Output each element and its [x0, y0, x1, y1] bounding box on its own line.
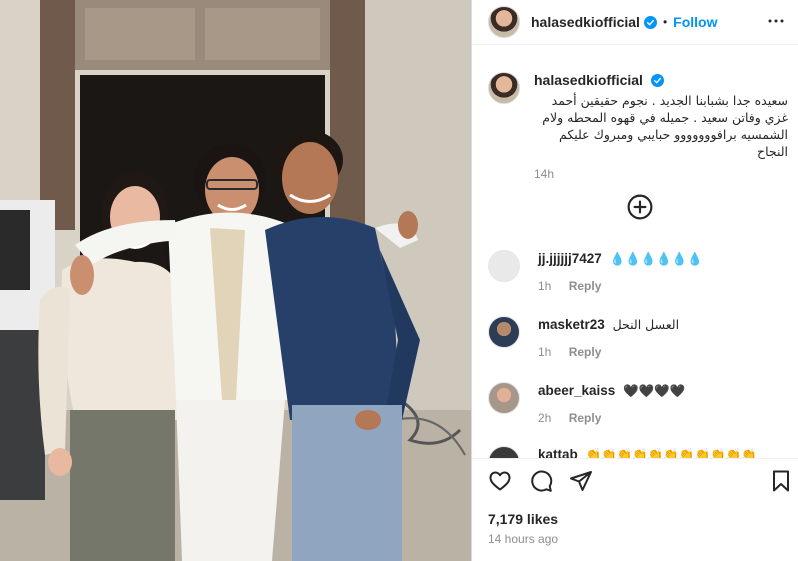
comment-username[interactable]: masketr23	[538, 317, 605, 332]
post-timestamp[interactable]: 14 hours ago	[488, 532, 558, 546]
photo-illustration	[0, 0, 471, 561]
caption: halasedkiofficial سعيده جدا بشبابنا الجد…	[488, 72, 788, 181]
share-icon[interactable]	[569, 469, 593, 493]
comment-text: 🖤🖤🖤🖤	[623, 383, 686, 398]
caption-timestamp[interactable]: 14h	[534, 167, 788, 181]
verified-icon	[651, 74, 665, 87]
reply-button[interactable]: Reply	[569, 411, 602, 425]
comment-time: 1h	[538, 345, 552, 359]
post-header: halasedkiofficial • Follow	[472, 0, 798, 45]
heart-icon[interactable]	[488, 469, 512, 493]
post-photo[interactable]	[0, 0, 471, 561]
post-details-panel: halasedkiofficial • Follow halasedkioffi…	[471, 0, 798, 561]
caption-text: سعيده جدا بشبابنا الجديد . نجوم حقيقين أ…	[542, 93, 788, 159]
bookmark-icon[interactable]	[769, 469, 793, 493]
plus-circle-icon[interactable]	[627, 194, 653, 220]
comment-avatar[interactable]	[488, 316, 520, 348]
caption-username[interactable]: halasedkiofficial	[534, 72, 643, 88]
comment-item: masketr23 العسل النحل 1h Reply	[488, 316, 788, 359]
action-bar: 7,179 likes 14 hours ago	[472, 458, 798, 561]
reply-button[interactable]: Reply	[569, 279, 602, 293]
comment-avatar[interactable]	[488, 382, 520, 414]
comment-username[interactable]: abeer_kaiss	[538, 383, 615, 398]
comment-time: 2h	[538, 411, 552, 425]
reply-button[interactable]: Reply	[569, 345, 602, 359]
verified-icon	[643, 15, 657, 29]
comment-username[interactable]: jj.jjjjjj7427	[538, 251, 602, 266]
header-separator: •	[662, 15, 668, 29]
caption-avatar[interactable]	[488, 72, 520, 104]
follow-button[interactable]: Follow	[673, 14, 717, 30]
more-options-icon[interactable]	[767, 12, 785, 30]
like-count[interactable]: 7,179 likes	[488, 511, 558, 527]
comment-avatar[interactable]	[488, 250, 520, 282]
comment-item: jj.jjjjjj7427 💧💧💧💧💧💧 1h Reply	[488, 250, 788, 293]
comment-text: العسل النحل	[612, 317, 680, 332]
comment-text: 💧💧💧💧💧💧	[609, 251, 703, 266]
comment-time: 1h	[538, 279, 552, 293]
author-username[interactable]: halasedkiofficial	[531, 14, 640, 30]
author-avatar[interactable]	[488, 6, 520, 38]
comment-icon[interactable]	[529, 469, 553, 493]
comment-item: abeer_kaiss 🖤🖤🖤🖤 2h Reply	[488, 382, 788, 425]
